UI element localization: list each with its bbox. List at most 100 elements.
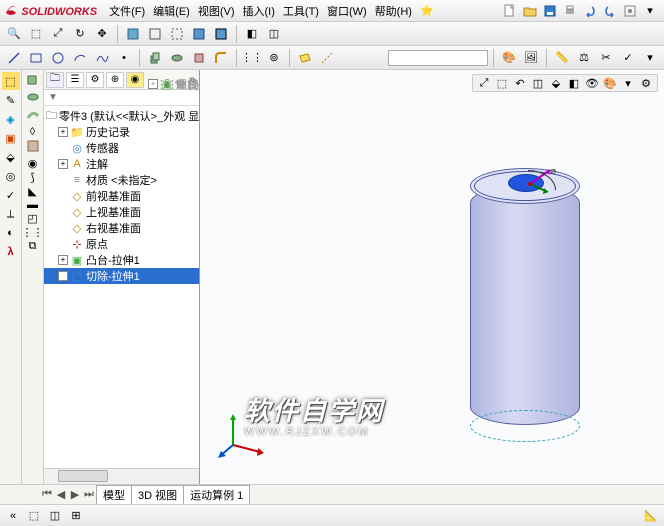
display-style-icon[interactable]: ◧ [242, 24, 262, 44]
bottom-tab-motion[interactable]: 运动算例 1 [183, 485, 250, 504]
tree-root[interactable]: 🗀 零件3 (默认<<默认>_外观 显 [44, 108, 199, 124]
tree-item-cut1[interactable]: +▢切除-拉伸1 [44, 268, 199, 284]
tab-dimxpert[interactable]: ⊕ [106, 72, 124, 88]
pan-icon[interactable]: ✥ [92, 24, 112, 44]
tree-item-annotations[interactable]: +A注解 [44, 156, 199, 172]
ss-pattern-icon[interactable]: ⋮⋮ [22, 226, 44, 239]
vp-scene-icon[interactable]: ▾ [620, 75, 636, 91]
zoom-fit-icon[interactable]: ⤢ [48, 24, 68, 44]
ss-hole-icon[interactable]: ◉ [28, 157, 38, 170]
ss-revolve-icon[interactable] [26, 90, 40, 107]
new-doc-button[interactable] [500, 1, 520, 21]
eval-mass-icon[interactable]: ⚖ [574, 48, 594, 68]
tree-item-origin[interactable]: ⊹原点 [44, 236, 199, 252]
vp-appearance-icon[interactable]: 🎨 [602, 75, 618, 91]
tab-nav-last-icon[interactable]: ⏭ [82, 488, 96, 501]
vp-hide-icon[interactable]: 👁 [584, 75, 600, 91]
undo-button[interactable] [580, 1, 600, 21]
print-button[interactable] [560, 1, 580, 21]
pattern-circular-icon[interactable]: ⊚ [264, 48, 284, 68]
tree-item-top[interactable]: ◇上视基准面 [44, 204, 199, 220]
vp-section-icon[interactable]: ◫ [530, 75, 546, 91]
sb-collapse-icon[interactable]: « [4, 508, 22, 524]
cm-office-icon[interactable]: λ [2, 243, 20, 261]
tree-toggle-icon[interactable]: + [58, 127, 68, 137]
tree-item-right[interactable]: ◇右视基准面 [44, 220, 199, 236]
cm-dimxpert-icon[interactable]: ⟂ [2, 205, 20, 223]
menu-help[interactable]: 帮助(H) [371, 3, 416, 19]
vp-zoom-area-icon[interactable]: ⬚ [494, 75, 510, 91]
sb-btn1[interactable]: ⬚ [25, 508, 43, 524]
help-dropdown[interactable]: ▾ [640, 1, 660, 21]
reference-axis-icon[interactable] [317, 48, 337, 68]
section-view-icon[interactable] [123, 24, 143, 44]
perspective-icon[interactable]: ◫ [264, 24, 284, 44]
shaded-icon[interactable] [189, 24, 209, 44]
ss-mirror-icon[interactable]: ⧉ [29, 240, 37, 253]
redo-button[interactable] [600, 1, 620, 21]
sketch-circle-icon[interactable] [48, 48, 68, 68]
tab-property-mgr[interactable]: ☰ [66, 72, 84, 88]
tree-item-history[interactable]: +📁历史记录 [44, 124, 199, 140]
sketch-point-icon[interactable]: • [114, 48, 134, 68]
options-button[interactable] [620, 1, 640, 21]
tab-config-mgr[interactable]: ⚙ [86, 72, 104, 88]
viewport-3d[interactable]: ⤢ ⬚ ↶ ◫ ⬙ ◧ 👁 🎨 ▾ ⚙ ⌀ [200, 70, 664, 484]
hidden-lines-icon[interactable] [167, 24, 187, 44]
sb-btn2[interactable]: ◫ [46, 508, 64, 524]
ss-shell-icon[interactable]: ◰ [27, 212, 37, 225]
tree-filter[interactable] [44, 90, 199, 106]
tree-item-front[interactable]: ◇前视基准面 [44, 188, 199, 204]
wireframe-icon[interactable] [145, 24, 165, 44]
cm-surfaces-icon[interactable]: ◈ [2, 110, 20, 128]
menu-file[interactable]: 文件(F) [105, 3, 149, 19]
bottom-tab-3dview[interactable]: 3D 视图 [131, 485, 184, 504]
tab-nav-first-icon[interactable]: ⏮ [40, 488, 54, 501]
menu-insert[interactable]: 插入(I) [239, 3, 279, 19]
cm-sketch-icon[interactable]: ✎ [2, 91, 20, 109]
eval-more-icon[interactable]: ▾ [640, 48, 660, 68]
tree-item-extrude1[interactable]: +▣凸台-拉伸1 [44, 252, 199, 268]
cm-features-icon[interactable]: ⬚ [2, 72, 20, 90]
cm-weld-icon[interactable]: ⬙ [2, 148, 20, 166]
panel-hscrollbar[interactable] [44, 468, 199, 484]
sketch-rect-icon[interactable] [26, 48, 46, 68]
ss-chamfer-icon[interactable]: ◣ [28, 185, 36, 198]
dimension-label[interactable]: ⌀ [550, 166, 556, 177]
cm-render-icon[interactable]: ◐ [2, 224, 20, 242]
shaded-edges-icon[interactable] [211, 24, 231, 44]
tab-nav-prev-icon[interactable]: ◀ [54, 488, 68, 501]
revolve-boss-icon[interactable] [167, 48, 187, 68]
ss-extrude-icon[interactable] [26, 72, 40, 89]
sb-btn3[interactable]: ⊞ [67, 508, 85, 524]
cm-sheetmetal-icon[interactable]: ▣ [2, 129, 20, 147]
vp-zoom-fit-icon[interactable]: ⤢ [476, 75, 492, 91]
vp-display-icon[interactable]: ◧ [566, 75, 582, 91]
vp-settings-icon[interactable]: ⚙ [638, 75, 654, 91]
tree-item-sensors[interactable]: ◎传感器 [44, 140, 199, 156]
sketch-line-icon[interactable] [4, 48, 24, 68]
tree-toggle-icon[interactable]: + [58, 255, 68, 265]
rotate-view-icon[interactable]: ↻ [70, 24, 90, 44]
fillet-icon[interactable] [211, 48, 231, 68]
tree-item-material[interactable]: ≡材质 <未指定> [44, 172, 199, 188]
pattern-linear-icon[interactable]: ⋮⋮ [242, 48, 262, 68]
eval-measure-icon[interactable]: 📏 [552, 48, 572, 68]
sketch-spline-icon[interactable] [92, 48, 112, 68]
sketch-arc-icon[interactable] [70, 48, 90, 68]
extrude-cut-icon[interactable] [189, 48, 209, 68]
ss-cut-icon[interactable] [26, 139, 40, 156]
tab-nav-next-icon[interactable]: ▶ [68, 488, 82, 501]
eval-check-icon[interactable]: ✓ [618, 48, 638, 68]
appearance-icon[interactable]: 🎨 [499, 48, 519, 68]
ss-loft-icon[interactable]: ◊ [30, 126, 35, 138]
tree-toggle-icon[interactable]: + [58, 271, 68, 281]
zoom-tool-icon[interactable]: 🔍 [4, 24, 24, 44]
menu-window[interactable]: 窗口(W) [323, 3, 371, 19]
open-doc-button[interactable] [520, 1, 540, 21]
bottom-tab-model[interactable]: 模型 [96, 485, 132, 504]
extrude-boss-icon[interactable] [145, 48, 165, 68]
scene-icon[interactable]: 🖼 [521, 48, 541, 68]
tree-filter-input[interactable] [48, 92, 195, 103]
tab-feature-tree[interactable]: 🗀 [46, 72, 64, 88]
